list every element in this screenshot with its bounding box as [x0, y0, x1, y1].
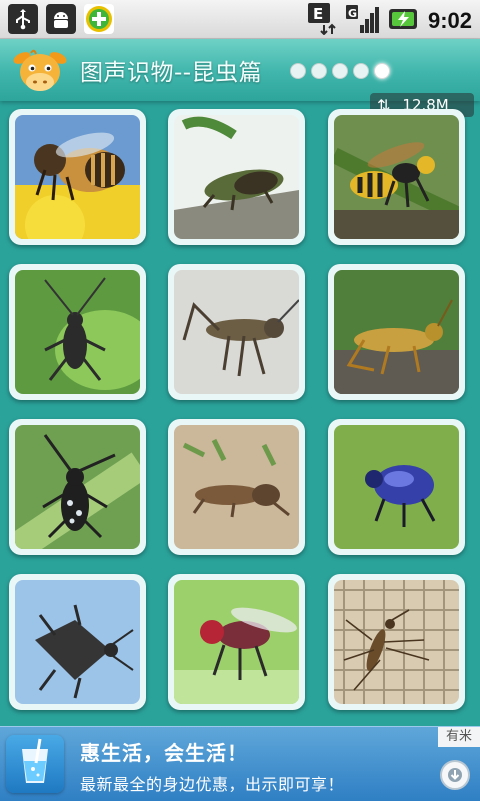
- app-header: 图声识物--昆虫篇: [0, 39, 480, 101]
- bee-image: [15, 115, 140, 239]
- status-bar: E G 9:02: [0, 0, 480, 39]
- insect-tile-cricket[interactable]: [9, 264, 146, 400]
- ad-provider-tag: 有米: [438, 727, 480, 747]
- insect-tile-stink-bug[interactable]: [9, 574, 146, 710]
- ad-title: 惠生活，会生活！: [80, 741, 248, 765]
- android-debug-icon: [46, 4, 76, 34]
- battery-charging-icon: [388, 7, 420, 35]
- page-dot-4[interactable]: [353, 63, 369, 79]
- insect-tile-katydid[interactable]: [168, 264, 305, 400]
- insect-tile-mosquito[interactable]: [328, 574, 465, 710]
- longhorn-beetle-image: [15, 425, 140, 549]
- grasshopper-image: [334, 270, 459, 394]
- wasp-image: [334, 115, 459, 239]
- svg-text:G: G: [348, 7, 357, 20]
- insect-tile-cicada[interactable]: [168, 109, 305, 245]
- insect-tile-wasp[interactable]: [328, 109, 465, 245]
- cow-logo-icon: [10, 46, 70, 94]
- insect-tile-longhorn-beetle[interactable]: [9, 419, 146, 555]
- katydid-image: [174, 270, 299, 394]
- ad-banner[interactable]: 惠生活，会生活！ 最新最全的身边优惠，出示即可享！ 有米: [0, 726, 480, 801]
- page-title: 图声识物--昆虫篇: [80, 60, 263, 86]
- ad-subtitle: 最新最全的身边优惠，出示即可享！: [80, 775, 345, 794]
- status-right-icons: E G 9:02: [307, 3, 472, 39]
- page-dot-5[interactable]: [374, 63, 390, 79]
- insect-tile-grasshopper[interactable]: [328, 264, 465, 400]
- insect-grid: [0, 101, 480, 726]
- drink-cup-icon: [6, 735, 64, 793]
- page-indicator[interactable]: [290, 63, 390, 79]
- signal-icon: G: [345, 3, 380, 39]
- usb-icon: [8, 4, 38, 34]
- mole-cricket-image: [174, 425, 299, 549]
- mosquito-image: [334, 580, 459, 704]
- status-left-icons: [8, 4, 114, 34]
- page-dot-1[interactable]: [290, 63, 306, 79]
- status-clock: 9:02: [427, 8, 472, 33]
- download-icon[interactable]: [440, 760, 470, 790]
- insect-tile-mole-cricket[interactable]: [168, 419, 305, 555]
- page-dot-2[interactable]: [311, 63, 327, 79]
- cicada-image: [174, 115, 299, 239]
- add-app-icon: [84, 4, 114, 34]
- cricket-image: [15, 270, 140, 394]
- scarab-beetle-image: [334, 425, 459, 549]
- insect-tile-bee[interactable]: [9, 109, 146, 245]
- fly-image: [174, 580, 299, 704]
- stink-bug-image: [15, 580, 140, 704]
- insect-tile-fly[interactable]: [168, 574, 305, 710]
- edge-data-icon: E: [307, 3, 338, 39]
- insect-tile-scarab-beetle[interactable]: [328, 419, 465, 555]
- page-dot-3[interactable]: [332, 63, 348, 79]
- svg-text:E: E: [313, 5, 323, 23]
